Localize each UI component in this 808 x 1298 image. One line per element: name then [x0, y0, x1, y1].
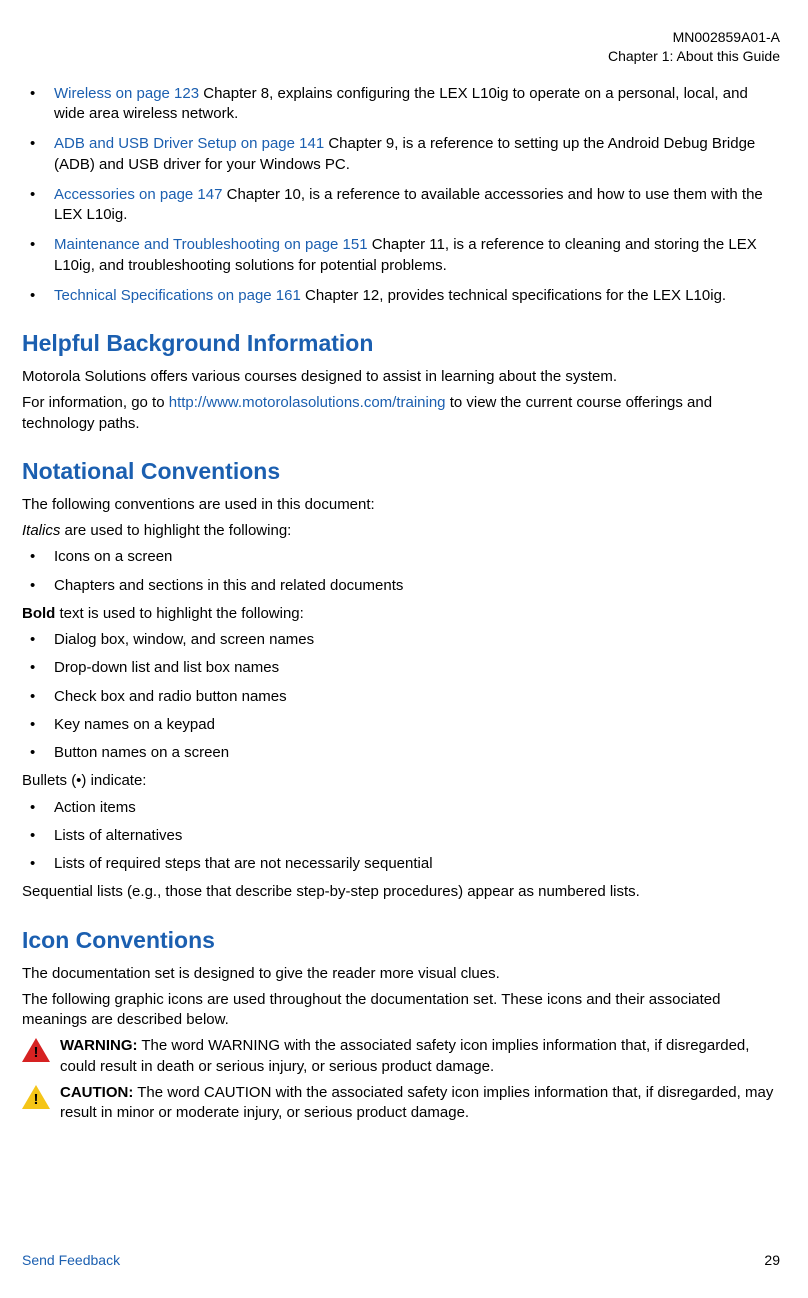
heading-helpful: Helpful Background Information: [22, 328, 780, 359]
heading-notational: Notational Conventions: [22, 456, 780, 487]
list-item: Action items: [22, 798, 780, 818]
list-item: Lists of alternatives: [22, 826, 780, 846]
caution-block: ! CAUTION: The word CAUTION with the ass…: [22, 1083, 780, 1124]
list-item: Accessories on page 147 Chapter 10, is a…: [22, 185, 780, 226]
list-item: ADB and USB Driver Setup on page 141 Cha…: [22, 134, 780, 175]
list-item-text: Chapter 12, provides technical specifica…: [301, 287, 726, 304]
list-item: Chapters and sections in this and relate…: [22, 576, 780, 596]
link-maintenance[interactable]: Maintenance and Troubleshooting on page …: [54, 236, 368, 253]
link-wireless[interactable]: Wireless on page 123: [54, 85, 199, 102]
link-training[interactable]: http://www.motorolasolutions.com/trainin…: [169, 394, 446, 411]
list-item: Icons on a screen: [22, 547, 780, 567]
bold-list: Dialog box, window, and screen names Dro…: [22, 630, 780, 763]
list-item: Lists of required steps that are not nec…: [22, 854, 780, 874]
link-accessories[interactable]: Accessories on page 147: [54, 186, 222, 203]
warning-label: WARNING:: [60, 1037, 138, 1054]
text: For information, go to: [22, 394, 169, 411]
link-adb-usb[interactable]: ADB and USB Driver Setup on page 141: [54, 135, 324, 152]
paragraph: Bullets (•) indicate:: [22, 771, 780, 791]
doc-id: MN002859A01-A: [22, 28, 780, 47]
warning-text: WARNING: The word WARNING with the assoc…: [60, 1036, 780, 1077]
text: The word CAUTION with the associated saf…: [60, 1084, 773, 1121]
chapter-line: Chapter 1: About this Guide: [22, 47, 780, 66]
paragraph: Bold text is used to highlight the follo…: [22, 604, 780, 624]
paragraph: The following conventions are used in th…: [22, 495, 780, 515]
text: text is used to highlight the following:: [55, 605, 303, 622]
link-techspec[interactable]: Technical Specifications on page 161: [54, 287, 301, 304]
paragraph: For information, go to http://www.motoro…: [22, 393, 780, 434]
heading-icon-conventions: Icon Conventions: [22, 925, 780, 956]
text: The word WARNING with the associated saf…: [60, 1037, 749, 1074]
list-item: Key names on a keypad: [22, 715, 780, 735]
chapter-ref-list: Wireless on page 123 Chapter 8, explains…: [22, 84, 780, 306]
paragraph: The documentation set is designed to giv…: [22, 964, 780, 984]
list-item: Drop-down list and list box names: [22, 658, 780, 678]
warning-icon: !: [22, 1036, 50, 1077]
send-feedback-link[interactable]: Send Feedback: [22, 1251, 120, 1270]
bold-word: Bold: [22, 605, 55, 622]
text: are used to highlight the following:: [60, 522, 291, 539]
paragraph: The following graphic icons are used thr…: [22, 990, 780, 1031]
caution-label: CAUTION:: [60, 1084, 133, 1101]
list-item: Dialog box, window, and screen names: [22, 630, 780, 650]
italics-word: Italics: [22, 522, 60, 539]
warning-block: ! WARNING: The word WARNING with the ass…: [22, 1036, 780, 1077]
footer: Send Feedback 29: [22, 1251, 780, 1270]
list-item: Wireless on page 123 Chapter 8, explains…: [22, 84, 780, 125]
page-number: 29: [764, 1251, 780, 1270]
list-item: Technical Specifications on page 161 Cha…: [22, 286, 780, 306]
caution-text: CAUTION: The word CAUTION with the assoc…: [60, 1083, 780, 1124]
list-item: Button names on a screen: [22, 743, 780, 763]
caution-icon: !: [22, 1083, 50, 1124]
list-item: Maintenance and Troubleshooting on page …: [22, 235, 780, 276]
bullets-list: Action items Lists of alternatives Lists…: [22, 798, 780, 875]
paragraph: Italics are used to highlight the follow…: [22, 521, 780, 541]
paragraph: Sequential lists (e.g., those that descr…: [22, 882, 780, 902]
header-meta: MN002859A01-A Chapter 1: About this Guid…: [22, 28, 780, 66]
list-item: Check box and radio button names: [22, 687, 780, 707]
italics-list: Icons on a screen Chapters and sections …: [22, 547, 780, 596]
paragraph: Motorola Solutions offers various course…: [22, 367, 780, 387]
